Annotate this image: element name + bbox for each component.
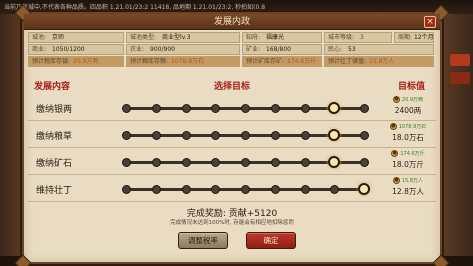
row-label: 缴纳银两 [36,105,73,115]
current-stock: ● 15.8万人 [392,176,424,184]
slider-stop[interactable] [122,104,131,113]
info-row: 预计税库存银: 20.9万两 预计粮库存粮: 1078.9万石 预计矿库存矿: 174… [28,56,436,67]
slider-handle[interactable] [328,156,341,168]
slider-handle[interactable] [328,129,341,141]
slider-stop[interactable] [241,185,250,194]
ore-icon: ● [391,149,399,157]
adjust-tax-button[interactable]: 调整税率 [178,232,228,249]
info-expected-ore: 预计矿库存矿: 174.6万斤 [242,56,322,67]
side-tab-button[interactable] [450,72,470,84]
target-value: 18.0万斤 [392,160,424,169]
info-expected-grain: 预计粮库存粮: 1078.9万石 [126,56,240,67]
row-labor: 维持壮丁 ● 15.8万人 12.8万人 [28,175,436,202]
target-value-box: ● 1078.9万石 18.0万石 [380,122,436,143]
slider-stop[interactable] [270,185,280,194]
info-mining: 矿业: 168/800 [242,44,322,55]
info-city-level: 城市等级: 3 [324,32,392,43]
info-commerce: 商业: 1050/1200 [28,44,124,55]
dialog-title: 发展内政 [213,17,250,27]
target-value-box: ● 20.9万两 2400两 [380,95,436,116]
info-morale: 民心: 53 [324,44,434,55]
slider-stop[interactable] [270,104,280,113]
slider-stop[interactable] [151,185,161,194]
row-label: 维持壮丁 [36,186,73,196]
current-stock: ● 174.6万斤 [391,149,425,157]
development-rows: 缴纳银两 ● 20.9万两 2400两 缴纳粮草 ● 1078.9万石 18.0万石… [28,94,436,202]
header-value: 目标值 [398,82,426,92]
header-content: 发展内容 [34,82,71,92]
slider-stop[interactable] [181,104,191,113]
slider-handle[interactable] [328,102,341,114]
slider-stop[interactable] [122,131,131,140]
target-value: 18.0万石 [392,133,424,142]
info-expected-labor: 预计壮丁储值: 15.8万人 [324,56,434,67]
labor-icon: ● [392,176,400,184]
target-slider[interactable] [122,102,369,114]
slider-stop[interactable] [360,158,369,167]
silver-icon: ● [392,95,400,103]
slider-stop[interactable] [241,104,250,113]
row-label: 缴纳粮草 [36,132,73,142]
city-info-grid: 城池: 京师 城池类型: 商业型lv.3 知府: 福康光 城市等级: 3 周期: 12个月… [28,32,436,68]
target-value: 2400两 [394,106,422,115]
slider-handle[interactable] [358,183,370,195]
slider-stop[interactable] [360,131,369,140]
dialog-title-bar: 发展内政 [24,14,440,30]
close-icon: × [426,17,434,27]
row-label: 缴纳矿石 [36,159,73,169]
slider-stop[interactable] [330,185,340,194]
slider-stop[interactable] [270,131,280,140]
header-target: 选择目标 [214,82,251,92]
slider-stop[interactable] [300,158,310,167]
slider-stop[interactable] [122,185,131,194]
slider-stop[interactable] [151,104,161,113]
slider-stop[interactable] [360,104,369,113]
row-ore: 缴纳矿石 ● 174.6万斤 18.0万斤 [28,148,436,175]
slider-stop[interactable] [181,185,191,194]
row-grain: 缴纳粮草 ● 1078.9万石 18.0万石 [28,121,436,148]
grain-icon: ● [389,122,397,130]
slider-stop[interactable] [270,158,280,167]
row-silver: 缴纳银两 ● 20.9万两 2400两 [28,94,436,121]
slider-stop[interactable] [300,185,310,194]
info-city: 城池: 京师 [28,32,124,43]
slider-stop[interactable] [211,158,221,167]
info-city-type: 城池类型: 商业型lv.3 [126,32,240,43]
slider-stop[interactable] [300,131,310,140]
background-left-panel [0,14,22,266]
target-slider[interactable] [122,129,369,141]
target-value-box: ● 174.6万斤 18.0万斤 [380,149,436,170]
table-header: 发展内容 选择目标 目标值 [28,79,436,93]
confirm-button[interactable]: 确定 [246,232,296,249]
info-row: 城池: 京师 城池类型: 商业型lv.3 知府: 福康光 城市等级: 3 周期: 12个月 [28,32,436,43]
current-stock: ● 20.9万两 [392,95,424,103]
slider-stop[interactable] [181,131,191,140]
target-value-box: ● 15.8万人 12.8万人 [380,176,436,197]
info-expected-silver: 预计税库存银: 20.9万两 [28,56,124,67]
target-value: 12.8万人 [392,187,424,196]
slider-stop[interactable] [211,104,221,113]
slider-stop[interactable] [211,185,221,194]
develop-affairs-dialog: 发展内政 × 城池: 京师 城池类型: 商业型lv.3 知府: 福康光 城市等级: 3 … [14,4,450,266]
target-slider[interactable] [122,183,370,195]
slider-stop[interactable] [211,131,221,140]
info-governor: 知府: 福康光 [242,32,322,43]
reward-note: 完成情况未达到100%时, 存能会有相应地扣除惩罚 [170,220,294,226]
slider-stop[interactable] [300,104,310,113]
slider-stop[interactable] [122,158,131,167]
info-period: 周期: 12个月 [394,32,434,43]
close-button[interactable]: × [424,16,436,28]
slider-stop[interactable] [241,158,250,167]
target-slider[interactable] [122,156,369,168]
background-right-panel [443,14,473,266]
side-tab-button[interactable] [450,54,470,66]
current-stock: ● 1078.9万石 [389,122,427,130]
slider-stop[interactable] [151,131,161,140]
slider-stop[interactable] [151,158,161,167]
slider-stop[interactable] [241,131,250,140]
slider-stop[interactable] [181,158,191,167]
info-agriculture: 农业: 900/900 [126,44,240,55]
info-row: 商业: 1050/1200 农业: 900/900 矿业: 168/800 民心: 53 [28,44,436,55]
